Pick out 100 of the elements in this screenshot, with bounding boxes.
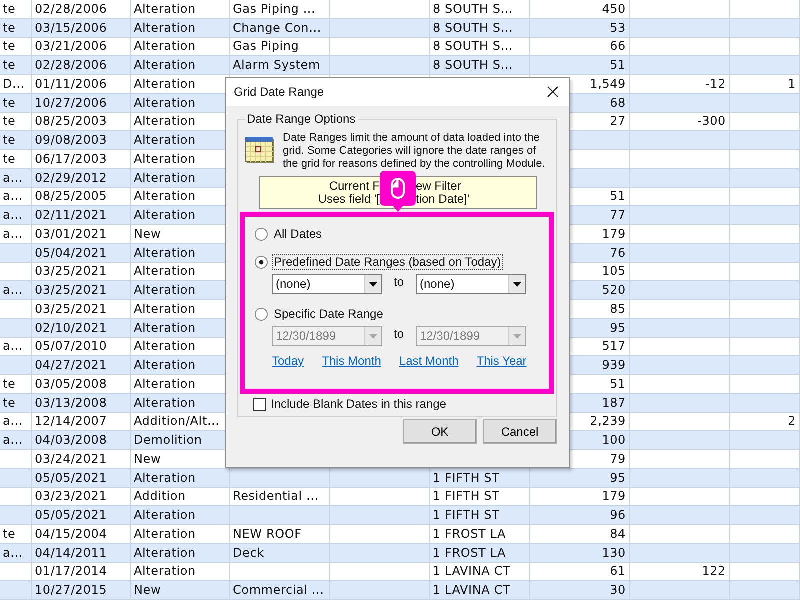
table-cell: te — [3, 152, 16, 166]
table-cell: a... — [3, 208, 23, 222]
table-cell: te — [3, 20, 16, 35]
table-cell: 105 — [602, 264, 626, 278]
table-cell: 03/15/2006 — [35, 20, 108, 35]
table-cell: 8 SOUTH S... — [433, 20, 514, 35]
table-cell: 95 — [610, 320, 626, 335]
table-cell: 05/04/2021 — [35, 246, 108, 260]
table-cell: 03/13/2008 — [35, 396, 108, 410]
table-cell: 08/25/2003 — [35, 114, 108, 128]
table-cell: Alteration — [134, 339, 196, 354]
table-cell: 02/11/2021 — [35, 208, 108, 222]
table-cell: 130 — [602, 546, 626, 560]
table-cell: te — [3, 396, 16, 410]
table-cell: Alteration — [134, 283, 196, 298]
to-label: to — [392, 326, 405, 341]
table-cell: te — [3, 133, 16, 148]
table-cell: 450 — [602, 2, 626, 16]
table-cell: 8 SOUTH S... — [433, 58, 514, 72]
table-cell: a... — [3, 414, 23, 428]
table-cell: te — [3, 39, 16, 54]
table-cell: Addition/Alt... — [134, 414, 220, 428]
table-cell: 03/25/2021 — [35, 264, 108, 278]
table-cell: 1 FROST LA — [433, 546, 506, 560]
table-cell: Alteration — [134, 58, 196, 72]
table-cell: 1 FIFTH ST — [433, 489, 500, 504]
table-cell: 8 SOUTH S... — [433, 39, 514, 54]
table-cell: 30 — [610, 583, 626, 598]
table-cell: 03/24/2021 — [35, 452, 108, 466]
table-cell: a... — [3, 283, 23, 298]
table-cell: Alteration — [134, 189, 196, 204]
table-cell: -300 — [698, 114, 726, 128]
table-cell: 09/08/2003 — [35, 133, 108, 148]
table-cell: Alteration — [134, 20, 196, 35]
table-cell: 2,239 — [590, 414, 626, 428]
table-cell: Alteration — [134, 264, 196, 278]
table-cell: a... — [3, 170, 23, 185]
table-cell: 1 LAVINA CT — [433, 583, 511, 598]
table-cell: Alteration — [134, 170, 196, 185]
table-cell: 122 — [702, 564, 726, 578]
table-cell: te — [3, 526, 16, 541]
table-cell: 61 — [610, 564, 626, 578]
table-cell: Alteration — [134, 358, 196, 372]
table-cell: 1 — [788, 76, 796, 91]
table-cell: Alteration — [134, 133, 196, 148]
table-cell: 939 — [602, 358, 626, 372]
table-cell: 06/17/2003 — [35, 152, 108, 166]
table-cell: Alteration — [134, 96, 196, 110]
table-cell: 51 — [610, 376, 626, 391]
table-cell: 8 SOUTH S... — [433, 2, 514, 16]
table-cell: 520 — [602, 283, 626, 298]
table-cell: te — [3, 114, 16, 128]
table-cell: 77 — [610, 208, 626, 222]
table-cell: 179 — [602, 489, 626, 504]
table-cell: 187 — [602, 396, 626, 410]
table-cell: 1 FIFTH ST — [433, 508, 500, 522]
table-cell: 04/27/2021 — [35, 358, 108, 372]
table-cell: New — [134, 226, 162, 241]
table-cell: te — [3, 376, 16, 391]
table-cell: te — [3, 58, 16, 72]
table-cell: 1 LAVINA CT — [433, 564, 511, 578]
note-text: tion Date]' — [416, 192, 470, 206]
table-cell: Alteration — [134, 396, 196, 410]
table-cell: 10/27/2015 — [35, 583, 108, 598]
table-cell: 51 — [610, 189, 626, 204]
table-cell: 02/28/2006 — [35, 2, 108, 16]
table-cell: Alteration — [134, 39, 196, 54]
table-cell: Gas Piping — [233, 39, 300, 54]
table-cell: 03/25/2021 — [35, 302, 108, 316]
table-cell: 517 — [602, 339, 626, 354]
table-cell: Alteration — [134, 114, 196, 128]
table-cell: a... — [3, 339, 23, 354]
table-cell: 03/23/2021 — [35, 489, 108, 504]
table-cell: 1 FIFTH ST — [433, 470, 500, 485]
table-cell: 85 — [610, 302, 626, 316]
table-cell: Alteration — [134, 508, 196, 522]
table-cell: Alteration — [134, 470, 196, 485]
table-cell: 27 — [610, 114, 626, 128]
table-cell: Deck — [233, 546, 264, 560]
table-cell: 179 — [602, 226, 626, 241]
table-cell: 1,549 — [590, 76, 626, 91]
table-cell: 1 FROST LA — [433, 526, 506, 541]
table-cell: 03/05/2008 — [35, 376, 108, 391]
table-cell: 51 — [610, 58, 626, 72]
table-cell: Alteration — [134, 76, 196, 91]
table-cell: te — [3, 2, 16, 16]
table-cell: 05/05/2021 — [35, 508, 108, 522]
table-cell: D... — [3, 76, 25, 91]
table-cell: Change Con... — [233, 20, 322, 35]
table-cell: Alteration — [134, 208, 196, 222]
table-cell: a... — [3, 433, 23, 448]
table-cell: a... — [3, 226, 23, 241]
table-cell: 03/21/2006 — [35, 39, 108, 54]
table-cell: a... — [3, 189, 23, 204]
table-cell: 2 — [788, 414, 796, 428]
table-cell: 02/29/2012 — [35, 170, 108, 185]
group-label: Date Range Options — [245, 112, 358, 126]
table-cell: New — [134, 583, 162, 598]
table-cell: 04/15/2004 — [35, 526, 108, 541]
table-cell: Alteration — [134, 564, 196, 578]
